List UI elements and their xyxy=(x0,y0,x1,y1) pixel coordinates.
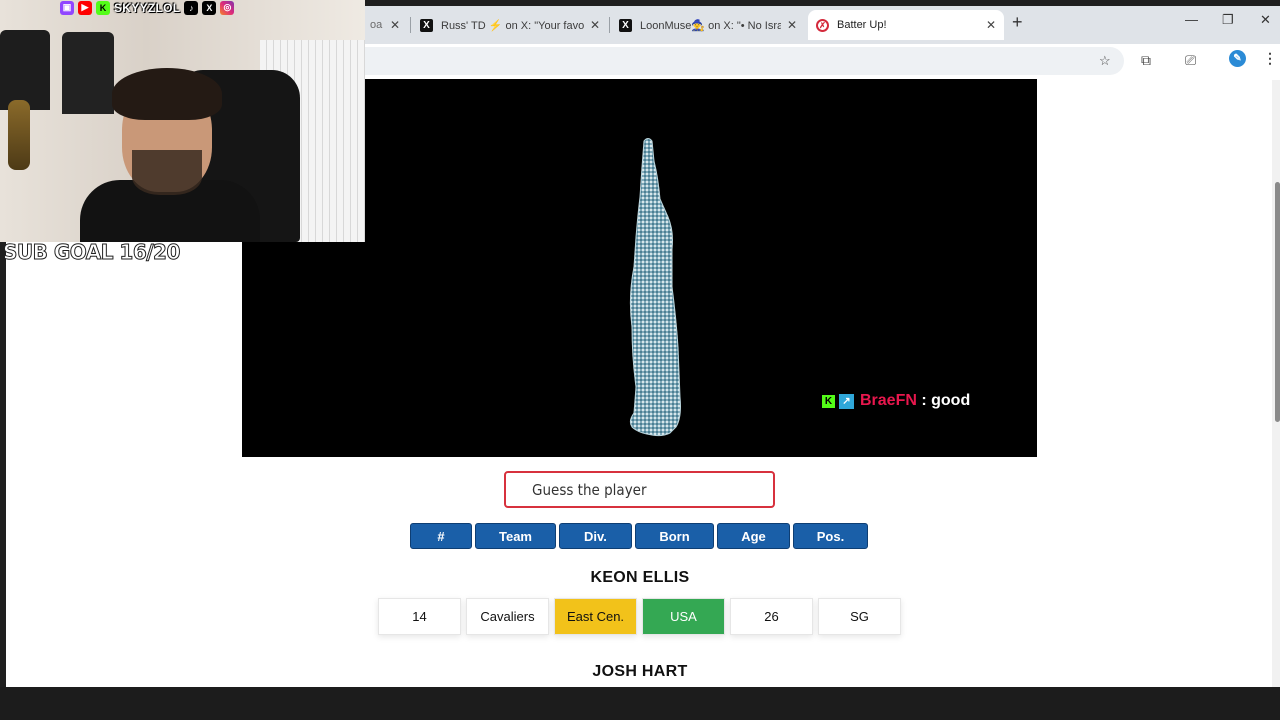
tab-divider xyxy=(609,17,610,33)
new-tab-button[interactable]: + xyxy=(1012,12,1023,33)
screen-bottom-edge xyxy=(0,687,1280,720)
microphone xyxy=(8,100,30,170)
guess-player-name: JOSH HART xyxy=(592,663,688,680)
stream-chat-message: K ↗ BraeFN : good xyxy=(822,389,970,413)
header-division: Div. xyxy=(559,523,632,549)
instagram-icon: ◎ xyxy=(220,0,235,15)
guess-player-name: KEON ELLIS xyxy=(590,569,690,586)
restore-icon[interactable]: ❐ xyxy=(1222,12,1234,28)
wall-jersey xyxy=(62,32,114,114)
player-silhouette xyxy=(629,138,681,437)
guess-cell-division: East Cen. xyxy=(554,598,637,635)
close-tab-icon[interactable]: ✕ xyxy=(986,18,996,32)
header-born: Born xyxy=(635,523,714,549)
scrollbar-thumb[interactable] xyxy=(1275,182,1280,422)
tab-title: Russ' TD ⚡ on X: "Your favorite xyxy=(441,19,584,32)
screen: { "browser": { "tabs": [ {"title": "oa",… xyxy=(0,0,1280,720)
chat-separator: : xyxy=(916,392,932,409)
guess-player-input[interactable] xyxy=(504,471,775,508)
tab-title: Batter Up! xyxy=(837,19,887,31)
tab-divider xyxy=(410,17,411,33)
tab-loonmuse[interactable]: X LoonMuse🧙 on X: "• No Israel ✕ xyxy=(611,10,805,40)
x-icon: X xyxy=(619,18,632,32)
guess-cell-age: 26 xyxy=(730,598,813,635)
twitch-icon: ▣ xyxy=(60,0,74,15)
menu-icon[interactable]: ⋮ xyxy=(1263,50,1277,67)
streamer-hair xyxy=(112,68,222,120)
minimize-icon[interactable]: — xyxy=(1185,12,1198,27)
header-age: Age xyxy=(717,523,790,549)
youtube-icon: ▶ xyxy=(78,0,92,15)
chat-username: BraeFN xyxy=(860,392,917,409)
close-tab-icon[interactable]: ✕ xyxy=(390,18,400,32)
kick-icon: K xyxy=(96,0,110,15)
header-number: # xyxy=(410,523,472,549)
guess-cell-number: 14 xyxy=(378,598,461,635)
close-window-icon[interactable]: ✕ xyxy=(1260,12,1271,28)
streamer-handle: SKYYZLOL xyxy=(114,0,181,15)
tab-partial[interactable]: oa ✕ xyxy=(362,10,408,40)
wall-jersey xyxy=(0,30,50,110)
sub-goal-text: SUB GOAL 16/20 xyxy=(3,240,181,265)
close-tab-icon[interactable]: ✕ xyxy=(787,18,797,32)
batter-up-icon: ✗ xyxy=(816,18,829,32)
streamer-beard xyxy=(132,150,202,195)
header-position: Pos. xyxy=(793,523,868,549)
header-team: Team xyxy=(475,523,556,549)
tab-title: oa xyxy=(370,19,383,31)
tiktok-icon: ♪ xyxy=(184,0,199,15)
cast-icon[interactable]: ⎚ xyxy=(1185,52,1196,69)
chat-text: good xyxy=(931,392,971,409)
webcam-overlay xyxy=(0,0,365,242)
guess-cell-position: SG xyxy=(818,598,901,635)
tab-russ-td[interactable]: X Russ' TD ⚡ on X: "Your favorite ✕ xyxy=(412,10,608,40)
chat-badge-icon: ↗ xyxy=(839,393,854,409)
guess-cell-team: Cavaliers xyxy=(466,598,549,635)
social-handles: ▣ ▶ K SKYYZLOL ♪ X ◎ xyxy=(60,0,235,15)
x-icon: X xyxy=(202,0,217,15)
profile-extension-icon[interactable]: ✎ xyxy=(1229,50,1246,67)
tab-title: LoonMuse🧙 on X: "• No Israel xyxy=(640,19,781,32)
x-icon: X xyxy=(420,18,433,32)
close-tab-icon[interactable]: ✕ xyxy=(590,18,600,32)
extensions-icon[interactable]: ⧉ xyxy=(1141,52,1151,69)
kick-badge-icon: K xyxy=(822,394,835,408)
bookmark-star-icon[interactable]: ☆ xyxy=(1099,53,1111,69)
address-bar[interactable] xyxy=(330,47,1124,75)
tab-batter-up[interactable]: ✗ Batter Up! ✕ xyxy=(808,10,1004,40)
guess-cell-born: USA xyxy=(642,598,725,635)
